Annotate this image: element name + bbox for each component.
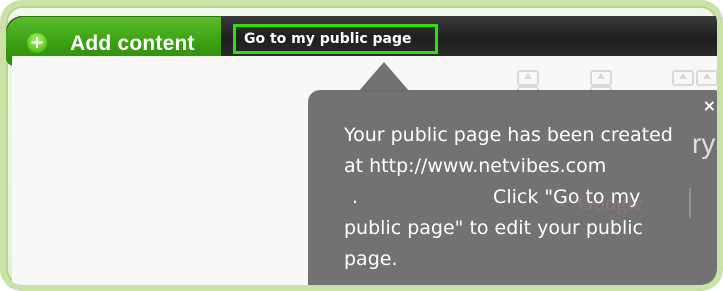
tooltip-line: page.: [344, 248, 398, 270]
tooltip-dot: .: [352, 186, 359, 208]
public-page-tooltip: Google × Your public page has been creat…: [308, 90, 717, 285]
widget-arrow-icon: [696, 70, 717, 86]
plus-icon: +: [27, 33, 47, 53]
tooltip-line: at http://www.netvibes.com: [344, 155, 607, 177]
go-to-public-page-link[interactable]: Go to my public page: [233, 24, 438, 54]
widget-arrow-icon: [590, 70, 612, 86]
widget-arrow-icon: [517, 70, 539, 86]
tooltip-line: . Click "Go to my: [344, 182, 704, 213]
netvibes-window: + Add content Go to my public page Googl…: [0, 0, 723, 291]
close-icon[interactable]: ×: [703, 98, 716, 114]
tooltip-pointer: [358, 62, 410, 92]
tooltip-line: public page" to edit your public: [344, 217, 643, 239]
tooltip-click-text: Click "Go to my: [493, 186, 641, 208]
tooltip-line: Your public page has been created: [344, 124, 673, 146]
tooltip-message: Your public page has been created at htt…: [344, 120, 704, 275]
widget-arrow-icon: [672, 70, 694, 86]
add-content-label: Add content: [70, 32, 195, 55]
ghost-letter: ry: [692, 128, 716, 159]
